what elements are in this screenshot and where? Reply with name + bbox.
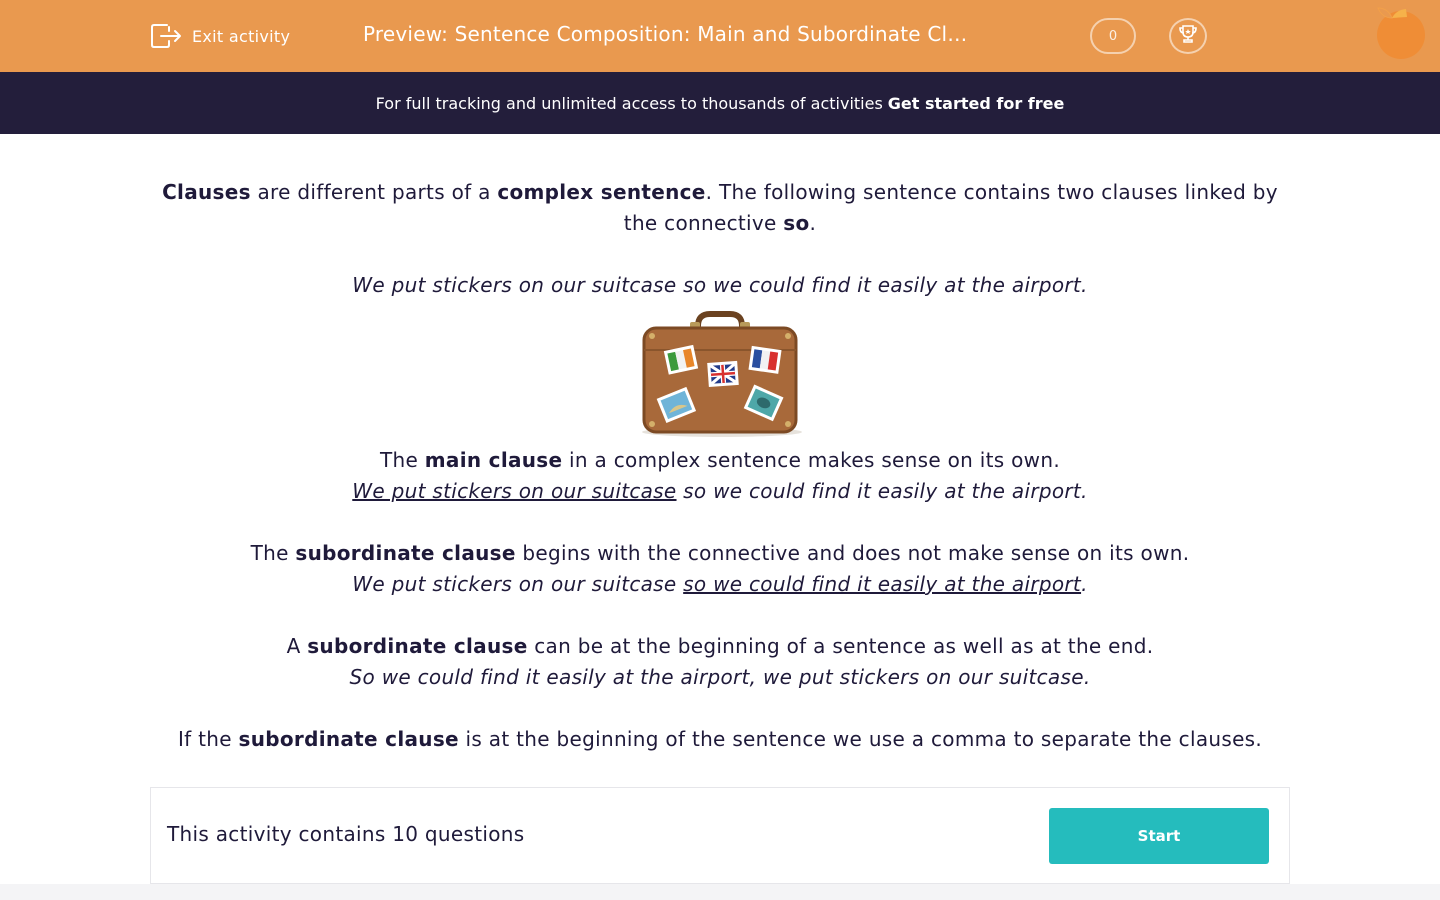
main-clause-highlight: We put stickers on our suitcase [352,479,677,503]
trophy-icon [1177,23,1199,49]
position-text-1: A [286,634,308,658]
question-count: This activity contains 10 questions [167,822,525,846]
start-button[interactable]: Start [1049,808,1269,864]
intro-text-3: . [809,211,817,235]
position-text-2: can be at the beginning of a sentence as… [527,634,1154,658]
main-clause-example: We put stickers on our suitcase so we co… [150,476,1290,507]
main-clause-text-2: in a complex sentence makes sense on its… [562,448,1060,472]
promo-banner: For full tracking and unlimited access t… [0,72,1440,134]
activity-summary-card: This activity contains 10 questions Star… [150,787,1290,884]
comma-rule-text-2: is at the beginning of the sentence we u… [458,727,1263,751]
promo-text: For full tracking and unlimited access t… [375,93,883,113]
term-complex-sentence: complex sentence [497,180,706,204]
activity-title: Preview: Sentence Composition: Main and … [363,22,968,46]
top-header: Exit activity Preview: Sentence Composit… [0,0,1440,72]
lesson-content: Clauses are different parts of a complex… [150,177,1290,755]
term-subordinate-clause-2: subordinate clause [307,634,528,658]
sub-clause-example-end: . [1081,572,1088,596]
sub-clause-text-2: begins with the connective and does not … [515,541,1190,565]
example-sentence: We put stickers on our suitcase so we co… [352,273,1088,297]
main-clause-example-rest: so we could find it easily at the airpor… [676,479,1088,503]
clause-position-example: So we could find it easily at the airpor… [349,665,1091,689]
orange-logo [1374,4,1430,62]
subordinate-clause-example: We put stickers on our suitcase so we co… [150,569,1290,600]
term-main-clause: main clause [424,448,563,472]
intro-text-1: are different parts of a [250,180,498,204]
exit-icon [150,20,182,52]
main-clause-definition: The main clause in a complex sentence ma… [150,445,1290,476]
sub-clause-example-start: We put stickers on our suitcase [352,572,684,596]
term-subordinate-clause-3: subordinate clause [238,727,459,751]
suitcase-image [642,311,802,437]
intro-paragraph: Clauses are different parts of a complex… [150,177,1290,239]
comma-rule: If the subordinate clause is at the begi… [150,724,1290,755]
term-subordinate-clause: subordinate clause [295,541,516,565]
trophy-button[interactable] [1169,18,1207,54]
clause-position-rule: A subordinate clause can be at the begin… [150,631,1290,662]
get-started-link[interactable]: Get started for free [888,94,1065,113]
subordinate-clause-highlight: so we could find it easily at the airpor… [683,572,1082,596]
main-clause-text-1: The [380,448,425,472]
subordinate-clause-definition: The subordinate clause begins with the c… [150,538,1290,569]
term-so: so [783,211,810,235]
sub-clause-text-1: The [250,541,296,565]
exit-activity-button[interactable]: Exit activity [150,20,290,52]
intro-text-2: . The following sentence contains two cl… [623,180,1278,235]
comma-rule-text-1: If the [177,727,239,751]
footer-strip [0,884,1440,900]
score-counter: 0 [1090,18,1136,54]
exit-activity-label: Exit activity [192,26,291,46]
term-clauses: Clauses [162,180,251,204]
